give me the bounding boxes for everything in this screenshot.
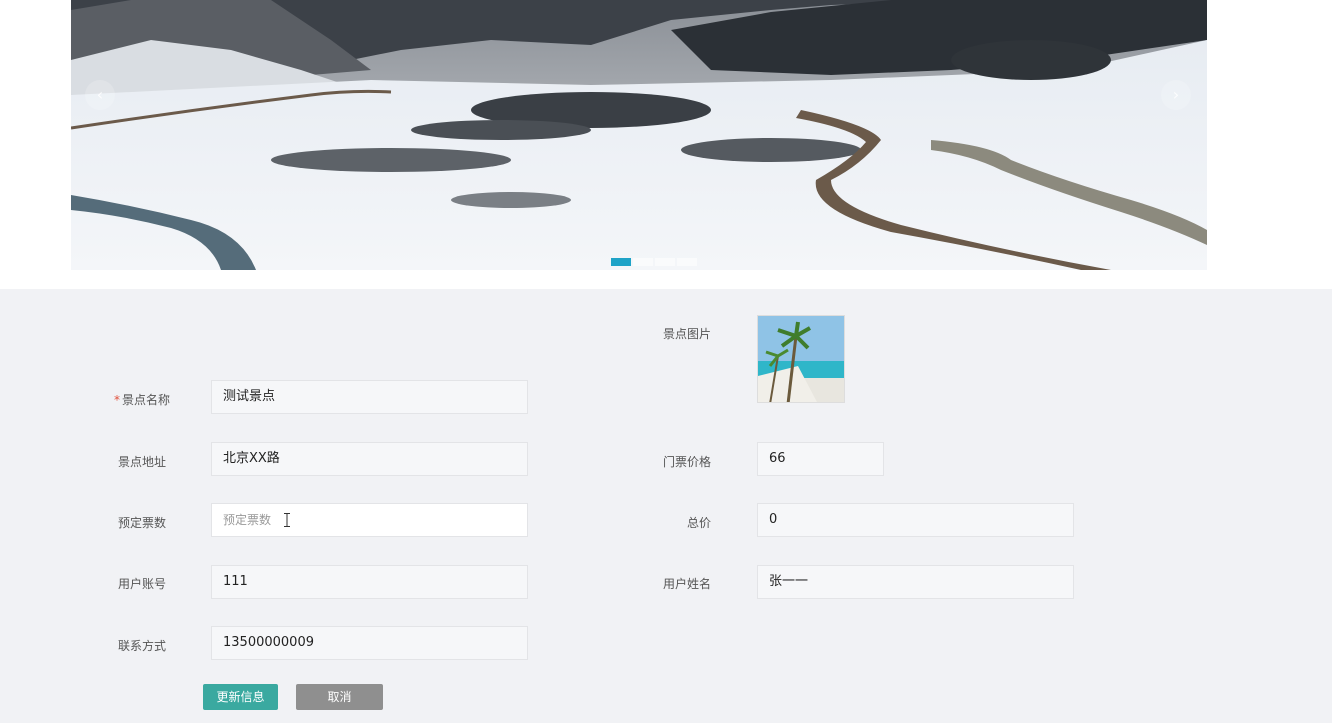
tickets-input[interactable]: 预定票数 [211,503,528,537]
total-label: 总价 [686,516,711,530]
name-input[interactable]: 测试景点 [211,380,528,414]
tickets-label: 预定票数 [117,516,166,530]
carousel-prev-button[interactable]: ‹ [85,80,115,110]
banner-carousel: ‹ › [71,0,1207,270]
contact-label: 联系方式 [117,639,166,653]
contact-input[interactable]: 13500000009 [211,626,528,660]
booking-form: 景点图片 * 景点名称 测试景点 景点地址 北京XX路 门票价格 66 预定票数 … [0,289,1332,723]
address-label: 景点地址 [117,455,166,469]
banner-image [71,0,1207,270]
carousel-indicators [611,258,697,266]
carousel-dot-3[interactable] [655,258,675,266]
update-button[interactable]: 更新信息 [203,684,278,710]
total-input[interactable]: 0 [757,503,1074,537]
account-label: 用户账号 [117,577,166,591]
name-label-text: 景点名称 [121,393,170,407]
carousel-dot-4[interactable] [677,258,697,266]
text-cursor-icon [284,513,290,527]
carousel-next-button[interactable]: › [1161,80,1191,110]
price-label: 门票价格 [662,455,711,469]
carousel-dot-1[interactable] [611,258,631,266]
username-label: 用户姓名 [662,577,711,591]
address-input[interactable]: 北京XX路 [211,442,528,476]
cancel-button[interactable]: 取消 [296,684,383,710]
price-input[interactable]: 66 [757,442,884,476]
image-label: 景点图片 [662,327,711,341]
carousel-dot-2[interactable] [633,258,653,266]
tickets-placeholder: 预定票数 [223,513,272,527]
beach-thumbnail [758,316,844,402]
name-label: * 景点名称 [60,391,170,408]
account-input[interactable]: 111 [211,565,528,599]
required-mark: * [113,393,120,407]
username-input[interactable]: 张一一 [757,565,1074,599]
attraction-image[interactable] [757,315,845,403]
